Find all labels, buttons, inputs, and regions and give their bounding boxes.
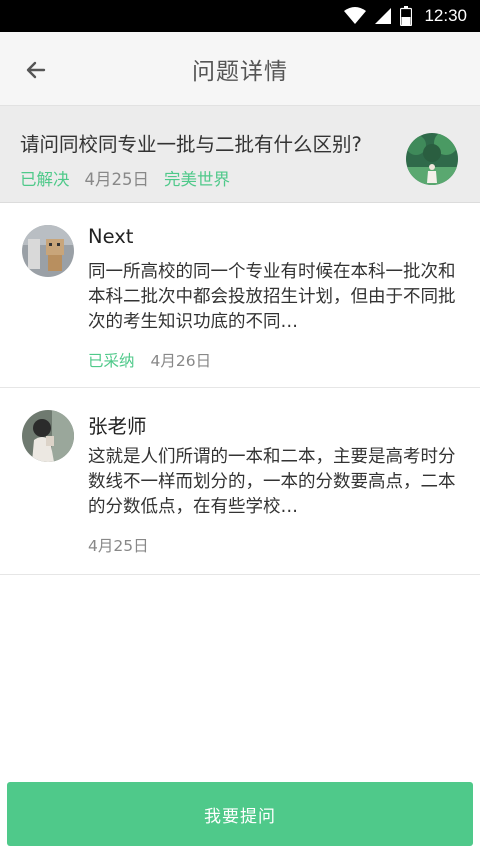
question-header: 请问同校同专业一批与二批有什么区别? 已解决 4月25日 完美世界 — [0, 106, 480, 203]
arrow-left-icon — [26, 61, 46, 79]
answer-meta: 4月25日 — [88, 534, 149, 556]
answerer-avatar-image — [22, 225, 74, 277]
ask-question-button[interactable]: 我要提问 — [7, 782, 473, 846]
answer-item[interactable]: 张老师 这就是人们所谓的一本和二本，主要是高考时分数线不一样而划分的，一本的分数… — [0, 388, 480, 575]
question-title: 请问同校同专业一批与二批有什么区别? — [20, 133, 362, 156]
battery-icon — [400, 6, 413, 26]
avatar[interactable] — [22, 410, 74, 462]
answer-date: 4月25日 — [88, 537, 149, 555]
answer-body: 同一所高校的同一个专业有时候在本科一批次和本科二批次中都会投放招生计划，但由于不… — [88, 262, 456, 332]
question-status: 已解决 — [20, 170, 70, 189]
back-button[interactable] — [14, 48, 58, 92]
question-author[interactable]: 完美世界 — [164, 166, 230, 190]
answerer-avatar-image — [22, 410, 74, 462]
status-bar: 12:30 — [0, 0, 480, 32]
app-bar: 问题详情 — [0, 32, 480, 106]
avatar[interactable] — [406, 133, 458, 185]
page-title: 问题详情 — [192, 58, 288, 85]
answerer-name: 张老师 — [88, 415, 147, 438]
signal-icon — [375, 8, 392, 24]
status-time: 12:30 — [424, 6, 467, 25]
answer-item[interactable]: Next 同一所高校的同一个专业有时候在本科一批次和本科二批次中都会投放招生计划… — [0, 203, 480, 388]
answer-status: 已采纳 — [88, 352, 135, 370]
question-meta: 已解决 4月25日 完美世界 — [20, 166, 230, 190]
question-date: 4月25日 — [84, 170, 150, 189]
answer-meta: 已采纳 4月26日 — [88, 349, 211, 371]
answerer-name: Next — [88, 225, 134, 248]
answer-body: 这就是人们所谓的一本和二本，主要是高考时分数线不一样而划分的，一本的分数要高点，… — [88, 447, 456, 517]
author-avatar-image — [406, 133, 458, 185]
wifi-icon — [344, 7, 367, 24]
avatar[interactable] — [22, 225, 74, 277]
answer-date: 4月26日 — [150, 352, 212, 370]
